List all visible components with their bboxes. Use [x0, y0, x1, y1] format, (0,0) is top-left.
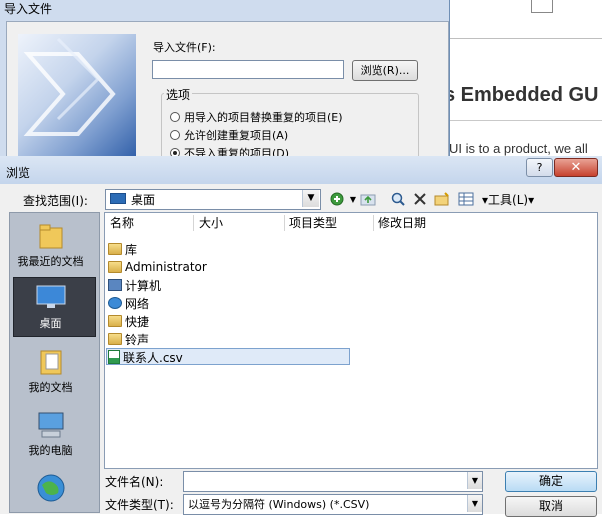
- option-allow-duplicates[interactable]: 允许创建重复项目(A): [170, 127, 288, 143]
- file-type-value: 以逗号为分隔符 (Windows) (*.CSV): [188, 498, 370, 511]
- look-in-value: 桌面: [131, 193, 156, 207]
- look-in-label: 查找范围(I):: [23, 194, 88, 208]
- back-dropdown-icon[interactable]: ▼: [345, 191, 361, 207]
- place-my-computer[interactable]: 我的电脑: [10, 411, 91, 458]
- file-type-label: 文件类型(T):: [105, 498, 174, 512]
- option-label: 用导入的项目替换重复的项目(E): [184, 111, 343, 124]
- place-recent-documents[interactable]: 我最近的文档: [10, 222, 91, 269]
- column-header-modified[interactable]: 修改日期: [378, 215, 426, 231]
- csv-file-icon: [108, 350, 120, 364]
- background-header-box: [531, 0, 553, 13]
- file-name: 计算机: [125, 278, 162, 293]
- up-folder-icon[interactable]: [360, 191, 376, 207]
- recent-folder-icon: [37, 222, 65, 250]
- place-my-documents[interactable]: 我的文档: [10, 348, 91, 395]
- place-label: 桌面: [39, 317, 62, 330]
- option-label: 允许创建重复项目(A): [184, 129, 289, 142]
- library-icon: [108, 243, 122, 255]
- background-paragraph: UI is to a product, we all: [449, 141, 588, 156]
- list-item[interactable]: 铃声: [108, 331, 149, 347]
- list-item-selected[interactable]: 联系人.csv: [108, 349, 183, 365]
- close-button[interactable]: ✕: [554, 158, 598, 177]
- radio-icon: [170, 130, 180, 140]
- list-item[interactable]: Administrator: [108, 259, 207, 275]
- chevron-down-icon[interactable]: ▼: [467, 495, 482, 512]
- chevron-down-icon[interactable]: ▼: [302, 190, 319, 207]
- file-name-label: 文件名(N):: [105, 475, 164, 489]
- list-item[interactable]: 库: [108, 241, 137, 257]
- options-title: 选项: [164, 86, 193, 103]
- background-divider: [449, 120, 602, 121]
- views-icon[interactable]: [458, 191, 474, 207]
- list-item[interactable]: 网络: [108, 295, 149, 311]
- help-button[interactable]: ?: [526, 158, 553, 177]
- desktop-icon: [110, 193, 126, 204]
- radio-icon: [170, 112, 180, 122]
- file-name: 联系人.csv: [123, 350, 183, 365]
- file-name: Administrator: [125, 260, 207, 274]
- place-desktop[interactable]: 桌面: [10, 285, 91, 331]
- column-header-size[interactable]: 大小: [199, 215, 223, 231]
- import-wizard-illustration: [18, 34, 136, 160]
- background-divider: [449, 38, 602, 39]
- place-label: 我的电脑: [28, 444, 73, 457]
- my-computer-icon: [36, 411, 66, 439]
- delete-icon[interactable]: [412, 191, 428, 207]
- folder-icon: [108, 315, 122, 327]
- my-documents-icon: [37, 348, 65, 376]
- import-file-input[interactable]: [152, 60, 344, 79]
- back-icon[interactable]: [329, 191, 345, 207]
- file-name: 网络: [125, 296, 150, 311]
- cancel-button[interactable]: 取消: [505, 496, 597, 517]
- background-heading: s Embedded GU: [444, 84, 599, 106]
- tools-menu[interactable]: ▾工具(L)▾: [482, 191, 534, 208]
- search-web-icon[interactable]: [390, 191, 406, 207]
- file-name: 铃声: [125, 332, 150, 347]
- place-label: 我的文档: [28, 381, 73, 394]
- import-browse-button[interactable]: 浏览(R)...: [352, 60, 418, 81]
- list-item[interactable]: 快捷: [108, 313, 149, 329]
- desktop-icon: [36, 285, 66, 311]
- network-icon: [108, 297, 122, 309]
- browse-dialog-title: 浏览: [6, 166, 31, 180]
- folder-icon: [108, 333, 122, 345]
- ok-button[interactable]: 确定: [505, 471, 597, 492]
- place-label: 我最近的文档: [17, 255, 84, 268]
- chevron-down-icon[interactable]: ▼: [467, 472, 482, 489]
- list-item[interactable]: 计算机: [108, 277, 161, 293]
- column-separator: [284, 215, 285, 231]
- computer-icon: [108, 279, 122, 291]
- column-separator: [373, 215, 374, 231]
- import-file-label: 导入文件(F):: [153, 41, 216, 54]
- file-name: 快捷: [125, 314, 150, 329]
- column-header-name[interactable]: 名称: [110, 215, 134, 231]
- import-dialog-title: 导入文件: [4, 2, 53, 16]
- file-name-input[interactable]: [183, 471, 483, 492]
- place-network[interactable]: [10, 473, 91, 503]
- new-folder-icon[interactable]: [434, 191, 450, 207]
- option-replace-duplicates[interactable]: 用导入的项目替换重复的项目(E): [170, 109, 343, 125]
- column-header-type[interactable]: 项目类型: [289, 215, 337, 231]
- user-folder-icon: [108, 261, 122, 273]
- file-name: 库: [125, 242, 138, 257]
- file-list[interactable]: [104, 212, 598, 469]
- browse-dialog-titlebar[interactable]: [0, 156, 602, 184]
- network-globe-icon: [36, 473, 66, 503]
- column-separator: [193, 215, 194, 231]
